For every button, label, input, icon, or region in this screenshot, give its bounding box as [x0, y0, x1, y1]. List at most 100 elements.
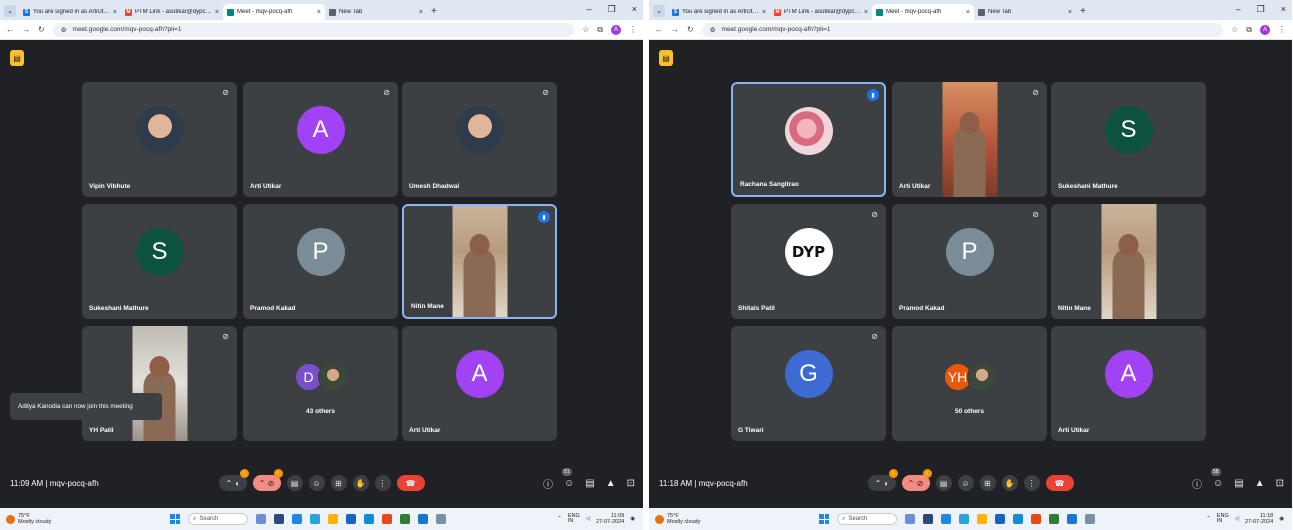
profile-avatar[interactable]: A: [1260, 24, 1270, 35]
speaker-icon[interactable]: ◁: [1235, 516, 1239, 522]
close-window-icon[interactable]: ×: [632, 4, 637, 15]
participant-tile[interactable]: DYP Shitals Patil ⊘: [731, 204, 886, 319]
taskbar-app-icon[interactable]: [436, 514, 446, 524]
participant-tile[interactable]: S Sukeshani Mathure: [82, 204, 237, 319]
tab-close-icon[interactable]: ×: [966, 9, 970, 16]
back-icon[interactable]: ←: [655, 25, 663, 34]
start-icon[interactable]: [819, 514, 829, 524]
present-button[interactable]: ⊞: [330, 475, 347, 491]
forward-icon[interactable]: →: [671, 25, 679, 34]
meeting-info-icon[interactable]: ▤: [659, 50, 673, 66]
taskbar-app-icon[interactable]: [400, 514, 410, 524]
people-icon[interactable]: ☺ 58: [1211, 467, 1223, 489]
participant-tile[interactable]: D 43 others: [243, 326, 398, 441]
language-indicator[interactable]: ENG IN: [1217, 513, 1229, 525]
minimize-icon[interactable]: –: [1236, 4, 1241, 15]
tray-overflow-icon[interactable]: ⌃: [557, 516, 562, 522]
participant-tile[interactable]: Nitin Mane ▮: [402, 204, 557, 319]
back-icon[interactable]: ←: [6, 25, 14, 34]
present-button[interactable]: ⊞: [979, 475, 996, 491]
speaker-icon[interactable]: ◁: [586, 516, 590, 522]
browser-tab[interactable]: S You are signed in as ArtiUtikar ×: [668, 4, 770, 20]
camera-options-button[interactable]: ⌃ ⊘!: [901, 469, 932, 491]
leave-call-button[interactable]: ☎: [1045, 475, 1074, 491]
minimize-icon[interactable]: –: [587, 4, 592, 15]
raise-hand-button[interactable]: ✋: [1001, 475, 1018, 491]
participant-tile[interactable]: A Arti Utikar ⊘: [243, 82, 398, 197]
tray-overflow-icon[interactable]: ⌃: [1206, 516, 1211, 522]
taskbar-app-icon[interactable]: [256, 514, 266, 524]
host-controls-icon[interactable]: ⊡: [1276, 478, 1284, 489]
tab-close-icon[interactable]: ×: [864, 9, 868, 16]
chat-icon[interactable]: ▤: [585, 478, 594, 489]
participant-tile[interactable]: P Pramod Kakad ⊘: [892, 204, 1047, 319]
language-indicator[interactable]: ENG IN: [568, 513, 580, 525]
people-icon[interactable]: ☺ 51: [562, 467, 574, 489]
participant-tile[interactable]: YH Patil ⊘: [82, 326, 237, 441]
taskbar-app-icon[interactable]: [310, 514, 320, 524]
meeting-details-icon[interactable]: ⓘ: [543, 476, 553, 491]
extensions-icon[interactable]: ⧉: [597, 25, 603, 35]
browser-tab[interactable]: Meet - mqv-pocq-afh ×: [872, 4, 974, 20]
camera-options-button[interactable]: ⌃ ⊘!: [252, 469, 283, 491]
bookmark-star-icon[interactable]: ☆: [582, 25, 589, 34]
reload-icon[interactable]: ↻: [687, 25, 694, 34]
taskbar-app-icon[interactable]: [1013, 514, 1023, 524]
tab-close-icon[interactable]: ×: [1068, 9, 1072, 16]
weather-widget[interactable]: 75°F Mostly cloudy: [6, 513, 51, 525]
raise-hand-button[interactable]: ✋: [352, 475, 369, 491]
close-window-icon[interactable]: ×: [1281, 4, 1286, 15]
tab-close-icon[interactable]: ×: [113, 9, 117, 16]
tab-search-icon[interactable]: ⌄: [4, 5, 16, 17]
participant-tile[interactable]: A Arti Utikar: [402, 326, 557, 441]
captions-button[interactable]: ▤: [286, 475, 303, 491]
taskbar-app-icon[interactable]: [292, 514, 302, 524]
tab-close-icon[interactable]: ×: [215, 9, 219, 16]
taskbar-app-icon[interactable]: [328, 514, 338, 524]
taskbar-app-icon[interactable]: [1031, 514, 1041, 524]
notification-icon[interactable]: ◉: [1279, 516, 1284, 522]
menu-icon[interactable]: ⋮: [1278, 25, 1286, 34]
participant-tile[interactable]: Nitin Mane: [1051, 204, 1206, 319]
taskbar-app-icon[interactable]: [418, 514, 428, 524]
participant-tile[interactable]: P Pramod Kakad: [243, 204, 398, 319]
taskbar-app-icon[interactable]: [959, 514, 969, 524]
participant-tile[interactable]: A Arti Utikar: [1051, 326, 1206, 441]
taskbar-app-icon[interactable]: [1067, 514, 1077, 524]
participant-tile[interactable]: G G Tiwari ⊘: [731, 326, 886, 441]
chat-icon[interactable]: ▤: [1234, 478, 1243, 489]
audio-options-button[interactable]: ⌃ ◖!: [867, 469, 898, 491]
tab-close-icon[interactable]: ×: [762, 9, 766, 16]
site-info-icon[interactable]: ⚙: [61, 26, 67, 34]
participant-tile[interactable]: S Sukeshani Mathure: [1051, 82, 1206, 197]
taskbar-app-icon[interactable]: [1085, 514, 1095, 524]
taskbar-app-icon[interactable]: [923, 514, 933, 524]
more-options-button[interactable]: ⋮: [1023, 475, 1040, 491]
bookmark-star-icon[interactable]: ☆: [1231, 25, 1238, 34]
browser-tab[interactable]: M PTM Link - asutikar@dypcoesi ×: [121, 4, 223, 20]
participant-tile[interactable]: Vipin Vibhute ⊘: [82, 82, 237, 197]
taskbar-clock[interactable]: 11:09 27-07-2024: [596, 513, 624, 525]
url-field[interactable]: ⚙ meet.google.com/mqv-pocq-afh?pli=1: [52, 22, 575, 37]
restore-icon[interactable]: ❐: [608, 4, 616, 15]
meeting-info-icon[interactable]: ▤: [10, 50, 24, 66]
browser-tab[interactable]: M PTM Link - asutikar@dypcoesi ×: [770, 4, 872, 20]
menu-icon[interactable]: ⋮: [629, 25, 637, 34]
url-field[interactable]: ⚙ meet.google.com/mqv-pocq-afh?pli=1: [701, 22, 1224, 37]
emoji-button[interactable]: ☺: [957, 475, 974, 491]
reload-icon[interactable]: ↻: [38, 25, 45, 34]
extensions-icon[interactable]: ⧉: [1246, 25, 1252, 35]
taskbar-app-icon[interactable]: [995, 514, 1005, 524]
taskbar-app-icon[interactable]: [977, 514, 987, 524]
taskbar-search[interactable]: ⌕ Search: [837, 513, 897, 525]
captions-button[interactable]: ▤: [935, 475, 952, 491]
taskbar-app-icon[interactable]: [382, 514, 392, 524]
start-icon[interactable]: [170, 514, 180, 524]
participant-tile[interactable]: YH 50 others: [892, 326, 1047, 441]
leave-call-button[interactable]: ☎: [396, 475, 425, 491]
browser-tab[interactable]: New Tab ×: [974, 4, 1076, 20]
taskbar-app-icon[interactable]: [1049, 514, 1059, 524]
tab-close-icon[interactable]: ×: [317, 9, 321, 16]
meeting-details-icon[interactable]: ⓘ: [1192, 476, 1202, 491]
tab-search-icon[interactable]: ⌄: [653, 5, 665, 17]
